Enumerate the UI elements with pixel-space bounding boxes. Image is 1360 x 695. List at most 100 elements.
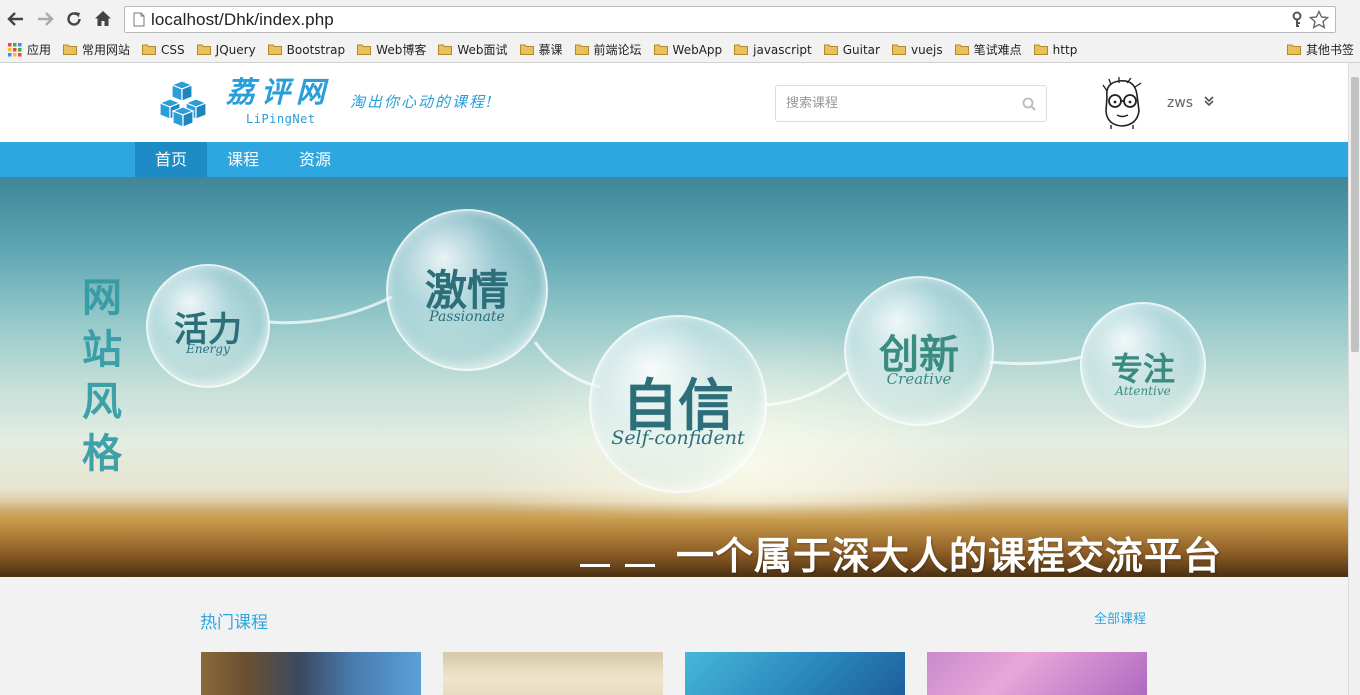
site-logo-en: LiPingNet [246,112,316,126]
other-bookmarks-label: 其他书签 [1305,43,1354,57]
nav-item-home[interactable]: 首页 [135,142,207,177]
bookmark-item[interactable]: javascript [728,39,818,61]
course-card[interactable] [685,652,905,695]
other-bookmarks[interactable]: 其他书签 [1281,39,1360,61]
hero-banner[interactable]: 网站风格 活力 Energy 激情 Passionate 自信 Self-con… [0,177,1348,577]
banner-caption: 一个属于深大人的课程交流平台 [676,534,1223,577]
bookmark-item[interactable]: 笔试难点 [949,39,1028,61]
bubble-self-confident: 自信 Self-confident [589,315,767,493]
bookmark-label: 前端论坛 [593,43,642,57]
bubble-creative: 创新 Creative [844,276,994,426]
bookmark-label: CSS [161,42,185,57]
bookmark-item[interactable]: 常用网站 [57,39,136,61]
bubble-creative-en: Creative [886,370,952,388]
key-icon[interactable] [1291,11,1303,29]
url-text: localhost/Dhk/index.php [151,9,334,29]
avatar[interactable] [1097,77,1147,129]
course-card[interactable] [927,652,1147,695]
main-nav: 首页 课程 资源 [0,142,1348,177]
folder-icon [1033,44,1048,55]
bookmark-item[interactable]: vuejs [886,39,949,61]
folder-icon [357,44,372,55]
apps-shortcut[interactable]: 应用 [0,39,57,61]
banner-style-word: 网站风格 [82,275,122,477]
folder-icon [653,44,668,55]
slide-indicator-1[interactable] [580,564,610,567]
folder-icon [574,44,589,55]
bubble-energy-en: Energy [186,342,230,356]
chevron-down-icon[interactable] [1203,95,1215,107]
folder-icon [519,44,534,55]
bookmark-label: javascript [753,42,812,57]
folder-icon [267,44,282,55]
back-button[interactable] [3,6,29,32]
section-title: 热门课程 [200,613,268,633]
bookmark-label: 常用网站 [82,43,131,57]
apps-grid-icon [8,42,22,56]
bookmark-label: Web博客 [376,43,427,57]
bubble-energy: 活力 Energy [146,264,270,388]
bookmark-item[interactable]: CSS [136,39,191,61]
bookmark-label: WebApp [672,42,723,57]
folder-icon [142,44,157,55]
search-icon[interactable] [1022,97,1036,111]
bookmark-item[interactable]: JQuery [191,39,262,61]
forward-button[interactable] [32,6,58,32]
folder-icon [63,44,78,55]
page-scrollbar[interactable] [1348,63,1360,695]
bubble-attentive-en: Attentive [1115,384,1171,398]
search-box [775,85,1047,122]
back-arrow-icon [7,11,23,26]
bookmark-label: 慕课 [538,43,563,57]
bookmarks-bar: 应用 常用网站 CSS JQuery Bootstrap Web博客 Web面试 慕课 前端论… [0,37,1360,63]
bookmark-item[interactable]: Web博客 [351,39,432,61]
bookmark-label: JQuery [215,42,256,57]
bookmark-item[interactable]: WebApp [648,39,729,61]
bookmark-label: Web面试 [457,43,508,57]
course-card[interactable] [201,652,421,695]
reload-button[interactable] [61,6,87,32]
search-input[interactable] [776,86,1011,121]
nav-item-courses[interactable]: 课程 [207,142,279,177]
home-icon [95,11,111,26]
all-courses-link[interactable]: 全部课程 [1094,608,1146,627]
bubble-attentive: 专注 Attentive [1080,302,1206,428]
cubes-logo-icon[interactable] [158,81,210,127]
browser-toolbar: localhost/Dhk/index.php [0,0,1360,37]
home-button[interactable] [90,6,116,32]
bookmark-label: http [1052,42,1078,57]
bookmark-folders: 常用网站 CSS JQuery Bootstrap Web博客 Web面试 慕课 前端论坛 We… [57,39,1083,61]
site-slogan: 淘出你心动的课程! [350,93,495,111]
folder-icon [891,44,906,55]
slide-indicator-2[interactable] [625,564,655,567]
forward-arrow-icon [38,11,54,26]
scroll-thumb[interactable] [1351,77,1359,352]
bookmark-item[interactable]: Web面试 [432,39,513,61]
bookmark-item[interactable]: 前端论坛 [569,39,648,61]
reload-icon [67,11,81,26]
bookmark-item[interactable]: Bootstrap [262,39,351,61]
folder-icon [438,44,453,55]
star-icon[interactable] [1309,10,1329,30]
folder-icon [823,44,838,55]
bubble-passionate: 激情 Passionate [386,209,548,371]
bubble-passionate-en: Passionate [429,309,505,325]
bookmark-label: Guitar [842,42,880,57]
bubble-self-confident-en: Self-confident [611,427,745,449]
username[interactable]: zws [1167,95,1193,111]
bookmark-item[interactable]: http [1028,39,1084,61]
bookmark-label: vuejs [910,42,943,57]
bookmark-item[interactable]: 慕课 [514,39,569,61]
nav-item-resources[interactable]: 资源 [279,142,351,177]
course-card[interactable] [443,652,663,695]
page-icon [133,12,145,27]
address-bar[interactable]: localhost/Dhk/index.php [124,6,1336,33]
folder-icon [196,44,211,55]
site-header: 荔评网 LiPingNet 淘出你心动的课程! zws [0,63,1348,142]
folder-icon [954,44,969,55]
bookmark-label: 笔试难点 [973,43,1022,57]
folder-icon [1286,44,1301,55]
site-logo-text[interactable]: 荔评网 [226,69,331,111]
apps-label: 应用 [27,43,52,57]
bookmark-item[interactable]: Guitar [818,39,886,61]
